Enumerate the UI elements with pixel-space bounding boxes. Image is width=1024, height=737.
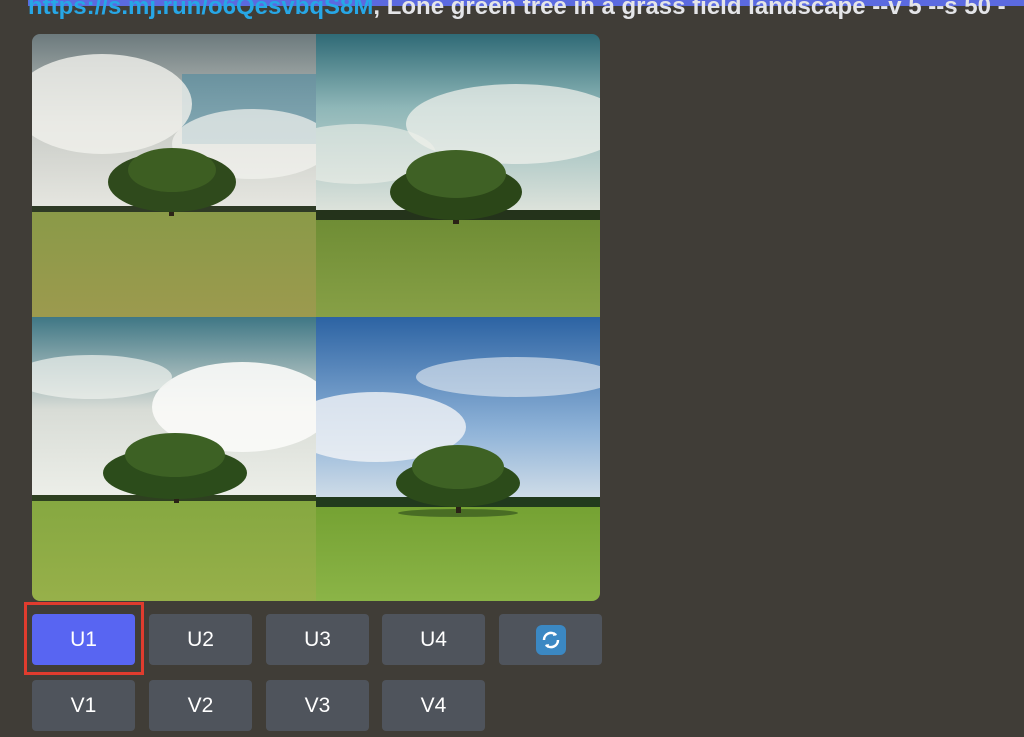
prompt-message: https://s.mj.run/o6QesvbqS8M, Lone green…: [28, 0, 1024, 22]
v3-button[interactable]: V3: [266, 680, 369, 731]
image-3[interactable]: [32, 317, 316, 601]
u3-button[interactable]: U3: [266, 614, 369, 665]
landscape-tree-image-3: [32, 317, 316, 601]
v4-button[interactable]: V4: [382, 680, 485, 731]
reroll-icon: [535, 624, 566, 655]
image-grid[interactable]: [32, 34, 600, 601]
prompt-text: , Lone green tree in a grass field lands…: [373, 0, 1006, 20]
v2-button[interactable]: V2: [149, 680, 252, 731]
u2-button[interactable]: U2: [149, 614, 252, 665]
image-2[interactable]: [316, 34, 600, 317]
prompt-image-link[interactable]: https://s.mj.run/o6QesvbqS8M: [28, 0, 373, 20]
v1-button[interactable]: V1: [32, 680, 135, 731]
landscape-tree-image-1: [32, 34, 316, 317]
image-1[interactable]: [32, 34, 316, 317]
u1-button[interactable]: U1: [32, 614, 135, 665]
image-4[interactable]: [316, 317, 600, 601]
landscape-tree-image-2: [316, 34, 600, 317]
u4-button[interactable]: U4: [382, 614, 485, 665]
landscape-tree-image-4: [316, 317, 600, 601]
reroll-button[interactable]: [499, 614, 602, 665]
